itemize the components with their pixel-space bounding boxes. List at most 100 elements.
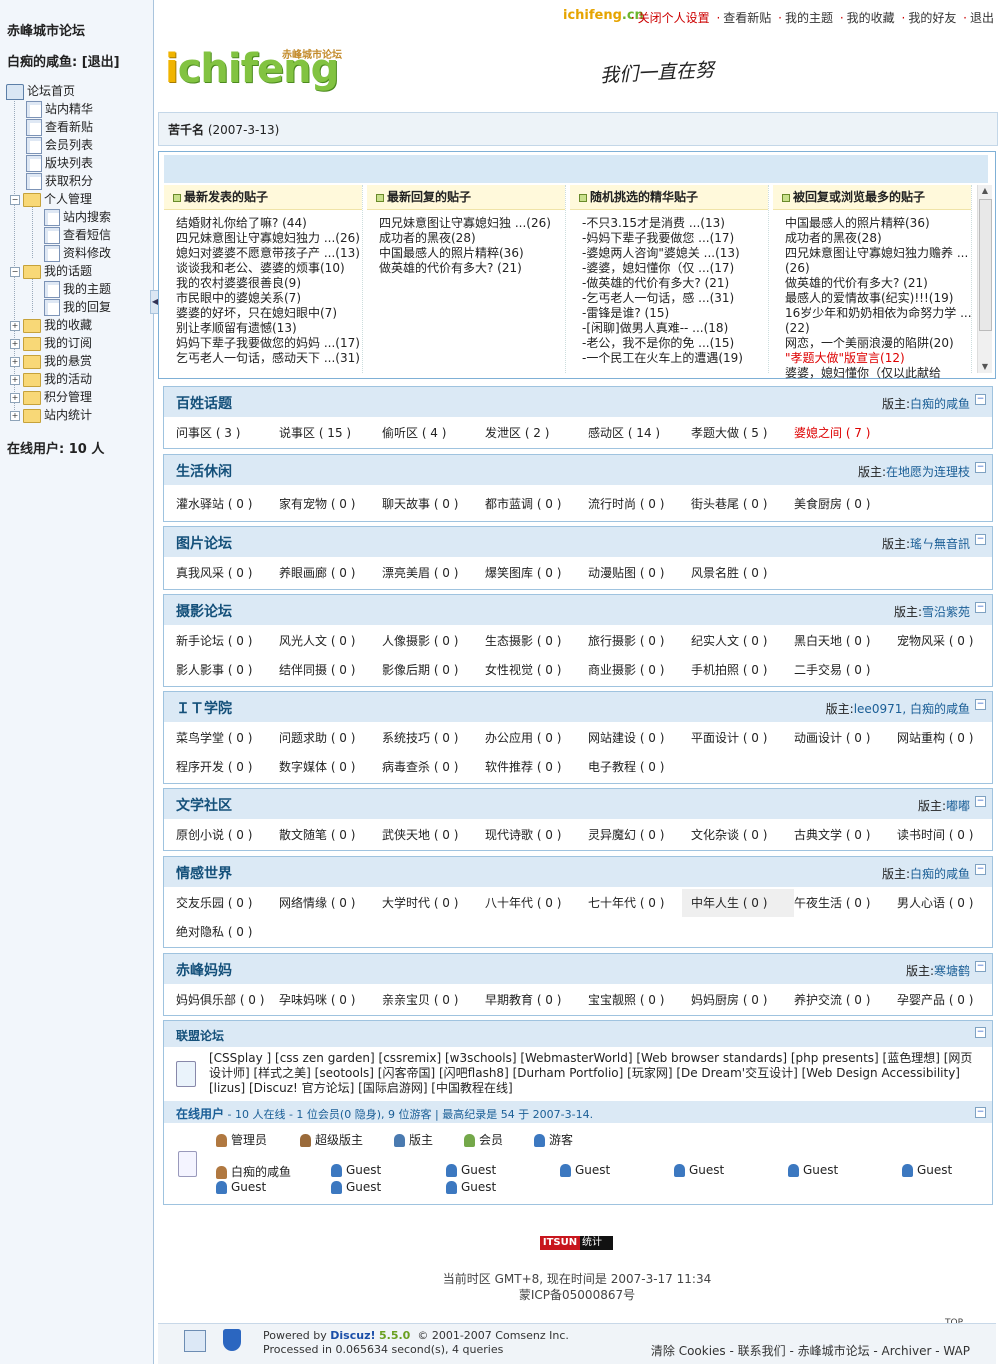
tree-my-threads[interactable]: 我的主题 <box>44 280 111 298</box>
sub-forum-link[interactable]: 都市蓝调 ( 0 ) <box>476 490 588 518</box>
sub-forum-link[interactable]: 宝宝靓照 ( 0 ) <box>579 986 691 1014</box>
category-title[interactable]: 文学社区 <box>176 795 232 815</box>
hot-post-link[interactable]: 谈谈我和老公、婆婆的烦事(10) <box>176 261 362 276</box>
sub-forum-link[interactable]: 影人影事 ( 0 ) <box>167 656 279 684</box>
hot-post-link[interactable]: 别让孝顺留有遗憾(13) <box>176 321 362 336</box>
category-title[interactable]: 百姓话题 <box>176 393 232 413</box>
sub-forum-link[interactable]: 街头巷尾 ( 0 ) <box>682 490 794 518</box>
hot-post-link[interactable]: -老公，我不是你的免 ...(15) <box>582 336 768 351</box>
hot-post-link[interactable]: 妈妈下辈子我要做您的妈妈 ...(17) <box>176 336 362 351</box>
hot-post-link[interactable]: -婆媳两人咨询"婆媳关 ...(13) <box>582 246 768 261</box>
sub-forum-link[interactable]: 平面设计 ( 0 ) <box>682 724 794 752</box>
hot-post-link[interactable]: -雷锋是谁? (15) <box>582 306 768 321</box>
expand-icon[interactable]: + <box>10 374 20 385</box>
my-favorites-link[interactable]: 我的收藏 <box>847 11 895 25</box>
sub-forum-link[interactable]: 文化杂谈 ( 0 ) <box>682 821 794 849</box>
sub-forum-link[interactable]: 商业摄影 ( 0 ) <box>579 656 691 684</box>
hot-post-link[interactable]: 四兄妹意图让守寡媳妇独力 ...(26) <box>176 231 362 246</box>
moderator-link[interactable]: 白痴的咸鱼 <box>910 397 970 411</box>
sub-forum-link[interactable]: 亲亲宝贝 ( 0 ) <box>373 986 485 1014</box>
tree-search[interactable]: 站内搜索 <box>44 208 111 226</box>
collapse-icon[interactable]: − <box>10 194 20 205</box>
collapse-icon[interactable]: − <box>975 864 986 875</box>
sub-forum-link[interactable]: 妈妈俱乐部 ( 0 ) <box>167 986 279 1014</box>
collapse-icon[interactable]: − <box>975 1027 986 1038</box>
expand-icon[interactable]: + <box>10 356 20 367</box>
view-new-posts-link[interactable]: 查看新贴 <box>723 11 771 25</box>
tree-personal[interactable]: − 个人管理 <box>10 190 92 208</box>
hot-post-link[interactable]: -妈妈下辈子我要做您 ...(17) <box>582 231 768 246</box>
nav-username[interactable]: 苦千名 <box>168 123 204 137</box>
hot-post-link[interactable]: 我的农村婆婆很善良(9) <box>176 276 362 291</box>
sub-forum-link[interactable]: 早期教育 ( 0 ) <box>476 986 588 1014</box>
sub-forum-link[interactable]: 感动区 ( 14 ) <box>579 419 691 447</box>
sub-forum-link[interactable]: 流行时尚 ( 0 ) <box>579 490 691 518</box>
online-user[interactable]: Guest <box>788 1163 838 1177</box>
sub-forum-link[interactable]: 新手论坛 ( 0 ) <box>167 627 279 655</box>
collapse-icon[interactable]: − <box>10 266 20 277</box>
sub-forum-link[interactable]: 孝题大做 ( 5 ) <box>682 419 794 447</box>
sub-forum-link[interactable]: 养眼画廊 ( 0 ) <box>270 559 382 587</box>
footer-links[interactable]: 清除 Cookies - 联系我们 - 赤峰城市论坛 - Archiver - … <box>651 1342 970 1359</box>
discuz-link[interactable]: Discuz! <box>330 1329 375 1342</box>
hot-post-link[interactable]: 婆婆的好坏，只在媳妇眼中(7) <box>176 306 362 321</box>
forum-logo[interactable]: 赤峰城市论坛 ichifeng <box>165 42 345 94</box>
sub-forum-link[interactable]: 现代诗歌 ( 0 ) <box>476 821 588 849</box>
hot-post-link[interactable]: -做英雄的代价有多大? (21) <box>582 276 768 291</box>
sub-forum-link[interactable]: 办公应用 ( 0 ) <box>476 724 588 752</box>
tree-stats[interactable]: + 站内统计 <box>10 406 92 424</box>
sub-forum-link[interactable]: 大学时代 ( 0 ) <box>373 889 485 917</box>
category-title[interactable]: ＩＴ学院 <box>176 698 232 718</box>
my-friends-link[interactable]: 我的好友 <box>908 11 956 25</box>
sub-forum-link[interactable]: 纪实人文 ( 0 ) <box>682 627 794 655</box>
hot-post-link[interactable]: 16岁少年和奶奶相依为命努力学 ... <box>785 306 971 321</box>
sub-forum-link[interactable]: 问事区 ( 3 ) <box>167 419 279 447</box>
tree-members[interactable]: 会员列表 <box>26 136 93 154</box>
sub-forum-link[interactable]: 说事区 ( 15 ) <box>270 419 382 447</box>
sub-forum-link[interactable]: 读书时间 ( 0 ) <box>888 821 1000 849</box>
sub-forum-link[interactable]: 人像摄影 ( 0 ) <box>373 627 485 655</box>
sub-forum-link[interactable]: 古典文学 ( 0 ) <box>785 821 897 849</box>
collapse-icon[interactable]: − <box>975 462 986 473</box>
scroll-up-icon[interactable]: ▲ <box>979 185 991 197</box>
online-user[interactable]: Guest <box>216 1180 266 1194</box>
sub-forum-link[interactable]: 网络情缘 ( 0 ) <box>270 889 382 917</box>
sub-forum-link[interactable]: 真我风采 ( 0 ) <box>167 559 279 587</box>
hot-scrollbar[interactable]: ▲ ▼ <box>977 185 992 373</box>
sub-forum-link[interactable]: 养护交流 ( 0 ) <box>785 986 897 1014</box>
hot-post-link[interactable]: (22) <box>785 321 971 336</box>
hot-post-link[interactable]: 中国最感人的照片精粹(36) <box>379 246 565 261</box>
moderator-link[interactable]: lee0971, 白痴的咸鱼 <box>854 702 970 716</box>
hot-post-link[interactable]: 婆婆，媳妇懂你（仅以此献给 <box>785 366 971 381</box>
tree-new-posts[interactable]: 查看新贴 <box>26 118 93 136</box>
close-personal-settings-link[interactable]: 关闭个人设置 <box>638 11 710 25</box>
hot-post-link[interactable]: -婆婆，媳妇懂你（仅 ...(17) <box>582 261 768 276</box>
sub-forum-link[interactable]: 菜鸟学堂 ( 0 ) <box>167 724 279 752</box>
hot-post-link[interactable]: 四兄妹意图让守寡媳妇独力赡养 ... <box>785 246 971 261</box>
category-title[interactable]: 赤峰妈妈 <box>176 960 232 980</box>
sub-forum-link[interactable]: 系统技巧 ( 0 ) <box>373 724 485 752</box>
hot-post-link[interactable]: 成功者的黑夜(28) <box>785 231 971 246</box>
sub-forum-link[interactable]: 影像后期 ( 0 ) <box>373 656 485 684</box>
hot-post-link[interactable]: 四兄妹意图让守寡媳妇独 ...(26) <box>379 216 565 231</box>
online-user[interactable]: Guest <box>560 1163 610 1177</box>
sub-forum-link[interactable]: 婆媳之间 ( 7 ) <box>785 419 897 447</box>
sub-forum-link[interactable]: 电子教程 ( 0 ) <box>579 753 691 781</box>
hot-post-link[interactable]: -[闲聊]做男人真难-- ...(18) <box>582 321 768 336</box>
online-user[interactable]: Guest <box>331 1180 381 1194</box>
moderator-link[interactable]: 雪沿紫苑 <box>922 605 970 619</box>
sub-forum-link[interactable]: 软件推荐 ( 0 ) <box>476 753 588 781</box>
moderator-link[interactable]: 嘟嘟 <box>946 799 970 813</box>
scroll-down-icon[interactable]: ▼ <box>979 361 991 373</box>
hot-post-link[interactable]: 乞丐老人一句话，感动天下 ...(31) <box>176 351 362 366</box>
hot-post-link[interactable]: 网恋，一个美丽浪漫的陷阱(20) <box>785 336 971 351</box>
sub-forum-link[interactable]: 聊天故事 ( 0 ) <box>373 490 485 518</box>
category-title[interactable]: 生活休闲 <box>176 461 232 481</box>
sub-forum-link[interactable]: 原创小说 ( 0 ) <box>167 821 279 849</box>
hot-post-link[interactable]: 做英雄的代价有多大? (21) <box>379 261 565 276</box>
sub-forum-link[interactable]: 八十年代 ( 0 ) <box>476 889 588 917</box>
collapse-icon[interactable]: − <box>975 699 986 710</box>
user-logout[interactable]: 白痴的咸鱼: [退出] <box>7 51 120 70</box>
tree-rewards[interactable]: + 我的悬赏 <box>10 352 92 370</box>
sub-forum-link[interactable]: 宠物风采 ( 0 ) <box>888 627 1000 655</box>
